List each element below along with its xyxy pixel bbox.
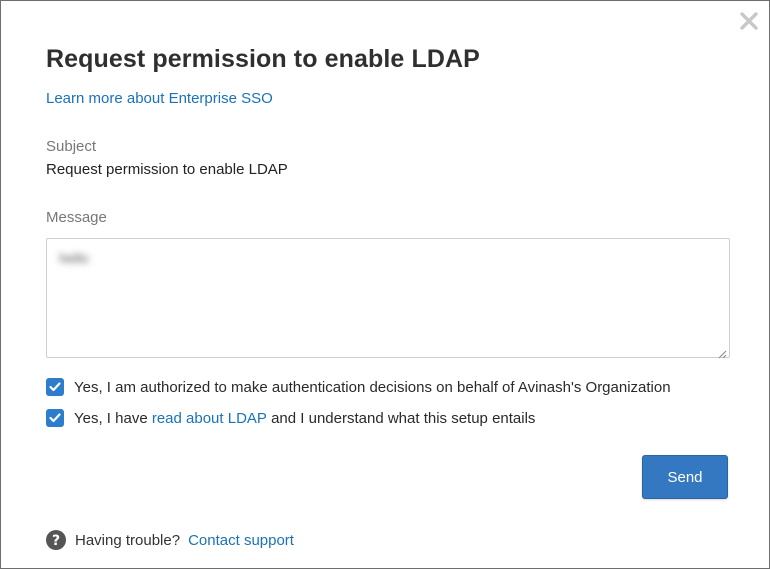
subject-value: Request permission to enable LDAP xyxy=(46,161,288,178)
authorization-checkbox-label: Yes, I am authorized to make authenticat… xyxy=(74,378,671,396)
resize-grip-icon[interactable] xyxy=(718,346,727,359)
message-textarea[interactable]: hello xyxy=(46,238,730,359)
subject-label: Subject xyxy=(46,138,97,155)
help-footer: ? Having trouble? Contact support xyxy=(46,530,294,550)
ldap-checkbox-label-before: Yes, I have xyxy=(74,409,152,427)
send-button[interactable]: Send xyxy=(642,455,728,499)
dialog-title: Request permission to enable LDAP xyxy=(46,45,480,73)
help-text: Having trouble? xyxy=(75,531,181,549)
authorization-checkbox[interactable] xyxy=(46,378,64,396)
ldap-understanding-checkbox[interactable] xyxy=(46,409,64,427)
question-circle-icon: ? xyxy=(46,530,66,550)
learn-more-link[interactable]: Learn more about Enterprise SSO xyxy=(46,90,273,107)
contact-support-link[interactable]: Contact support xyxy=(188,532,294,549)
svg-text:?: ? xyxy=(52,533,60,549)
permission-dialog: Request permission to enable LDAP Learn … xyxy=(0,0,770,569)
authorization-checkbox-row[interactable]: Yes, I am authorized to make authenticat… xyxy=(46,378,671,396)
ldap-checkbox-row[interactable]: Yes, I have read about LDAP and I unders… xyxy=(46,409,535,427)
read-about-ldap-link[interactable]: read about LDAP xyxy=(152,410,267,427)
message-label: Message xyxy=(46,209,107,226)
checkmark-icon xyxy=(49,382,61,392)
ldap-checkbox-label-after: and I understand what this setup entails xyxy=(266,409,536,427)
close-icon[interactable] xyxy=(739,11,759,31)
message-text: hello xyxy=(59,250,89,266)
checkmark-icon xyxy=(49,413,61,423)
